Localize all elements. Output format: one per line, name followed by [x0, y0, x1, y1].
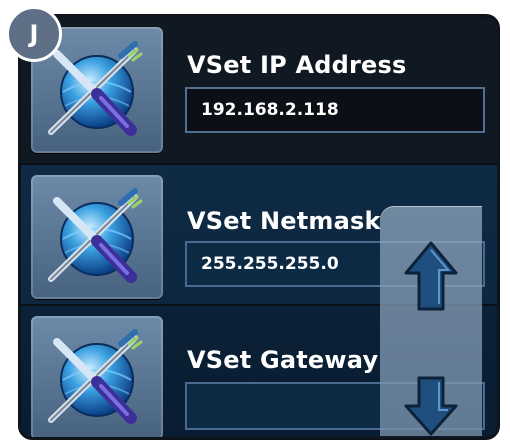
- step-badge: J: [6, 6, 62, 62]
- scroll-panel: [380, 206, 482, 436]
- step-badge-letter: J: [29, 20, 39, 48]
- scroll-up-button[interactable]: [380, 240, 482, 316]
- setting-row-ip-address: VSet IP Address 192.168.2.118: [21, 17, 497, 165]
- ip-address-field[interactable]: 192.168.2.118: [185, 87, 485, 133]
- network-tools-icon[interactable]: [31, 175, 163, 299]
- arrow-up-icon: [404, 241, 458, 311]
- gateway-label: VSet Gateway: [187, 346, 379, 374]
- arrow-down-icon: [404, 376, 458, 436]
- ip-address-label: VSet IP Address: [187, 51, 407, 79]
- ip-address-value: 192.168.2.118: [201, 100, 339, 120]
- netmask-value: 255.255.255.0: [201, 254, 339, 274]
- scroll-down-button[interactable]: [380, 376, 482, 436]
- netmask-label: VSet Netmask: [187, 207, 381, 235]
- network-tools-icon[interactable]: [31, 316, 163, 437]
